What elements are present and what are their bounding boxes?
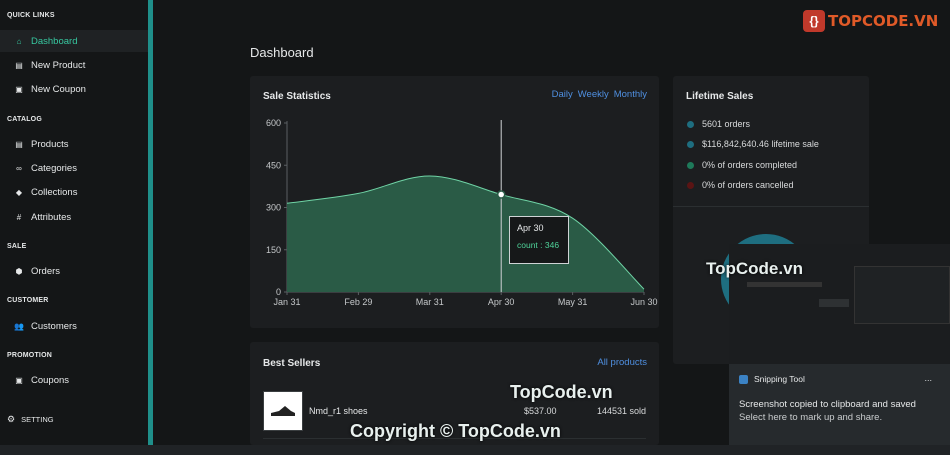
taskbar [0, 445, 950, 455]
sidebar-item-label: Products [31, 138, 69, 150]
sidebar-item-new-product[interactable]: ▤ New Product [0, 54, 148, 76]
all-products-link[interactable]: All products [597, 357, 647, 368]
sidebar-item-attributes[interactable]: # Attributes [0, 206, 148, 228]
section-title-quick-links: QUICK LINKS [7, 12, 55, 19]
box-icon: ▤ [15, 139, 23, 149]
sidebar-item-orders[interactable]: ⬢ Orders [0, 260, 148, 282]
page-title: Dashboard [250, 45, 314, 60]
sidebar-item-label: New Product [31, 59, 86, 71]
x-tick-label: May 31 [558, 297, 588, 307]
sidebar-item-customers[interactable]: 👥 Customers [0, 315, 148, 337]
tooltip-date: Apr 30 [517, 223, 544, 233]
cube-icon: ⬢ [15, 266, 23, 276]
y-tick-label: 600 [266, 118, 281, 128]
sidebar-item-label: Dashboard [31, 35, 78, 47]
x-tick-label: Feb 29 [344, 297, 372, 307]
y-tick-label: 450 [266, 160, 281, 170]
hover-point [496, 190, 506, 199]
snip-header: Snipping Tool [739, 374, 805, 384]
tag-icon: ◆ [15, 187, 23, 197]
x-tick-label: Jun 30 [630, 297, 657, 307]
y-tick-label: 300 [266, 203, 281, 213]
sidebar-item-new-coupon[interactable]: ▣ New Coupon [0, 78, 148, 100]
gift-icon: ▣ [15, 84, 23, 94]
lifetime-sale: $116,842,640.46 lifetime sale [687, 139, 819, 149]
preview-line [747, 282, 822, 287]
legend-dot [687, 161, 694, 169]
product-thumbnail[interactable] [263, 391, 303, 431]
home-icon: ⌂ [16, 36, 22, 46]
lifetime-completed-text: 0% of orders completed [702, 160, 798, 170]
x-tick-label: Jan 31 [273, 297, 300, 307]
sidebar-setting[interactable]: ⚙ SETTING [7, 414, 54, 425]
preview-panel [854, 266, 950, 324]
sidebar-item-products[interactable]: ▤ Products [0, 133, 148, 155]
section-title-customer: CUSTOMER [7, 297, 49, 304]
snip-menu-button[interactable]: ... [924, 373, 932, 383]
shoe-icon [271, 406, 295, 416]
watermark-2: TopCode.vn [510, 382, 613, 402]
section-title-catalog: CATALOG [7, 116, 42, 123]
legend-dot [687, 181, 694, 189]
link-icon: ∞ [16, 163, 22, 173]
sidebar-item-categories[interactable]: ∞ Categories [0, 157, 148, 179]
sidebar-item-label: Categories [31, 162, 77, 174]
sidebar-item-coupons[interactable]: ▣ Coupons [0, 369, 148, 391]
section-title-sale: SALE [7, 243, 27, 250]
lifetime-cancelled: 0% of orders cancelled [687, 180, 794, 190]
box-icon: ▤ [15, 60, 23, 70]
sidebar-item-dashboard[interactable]: ⌂ Dashboard [0, 30, 148, 52]
sidebar-scrollbar[interactable] [148, 0, 153, 445]
sidebar-item-label: Attributes [31, 211, 72, 223]
lifetime-orders-text: 5601 orders [702, 119, 751, 129]
setting-label: SETTING [21, 415, 54, 424]
series-area [287, 175, 644, 292]
product-name[interactable]: Nmd_r1 shoes [309, 406, 368, 416]
snip-app-name: Snipping Tool [754, 374, 805, 384]
sidebar-item-label: Orders [31, 265, 61, 277]
snipping-tool-icon [739, 374, 748, 384]
sale-statistics-card: Sale Statistics Daily Weekly Monthly 600… [250, 76, 659, 328]
topcode-logo-icon: {} [803, 10, 825, 32]
chart-tooltip: Apr 30 count : 346 [509, 216, 569, 264]
lifetime-orders: 5601 orders [687, 119, 750, 129]
preview-button [819, 299, 849, 307]
section-title-promotion: PROMOTION [7, 352, 52, 359]
sidebar: QUICK LINKS ⌂ Dashboard ▤ New Product ▣ … [0, 0, 148, 445]
hash-icon: # [16, 212, 22, 222]
gear-icon: ⚙ [7, 414, 16, 424]
sidebar-item-label: New Coupon [31, 83, 86, 95]
best-sellers-title: Best Sellers [263, 358, 321, 369]
product-sold: 144531 sold [597, 406, 647, 416]
gift-icon: ▣ [15, 375, 23, 385]
tooltip-count: count : 346 [517, 240, 560, 250]
legend-dot [687, 140, 694, 148]
sidebar-item-label: Customers [31, 320, 77, 332]
watermark-1: TopCode.vn [706, 259, 803, 278]
lifetime-sale-text: $116,842,640.46 lifetime sale [702, 139, 819, 149]
sidebar-item-label: Coupons [31, 374, 70, 386]
topcode-logo: {} TOPCODE.VN [803, 10, 938, 32]
sidebar-item-collections[interactable]: ◆ Collections [0, 181, 148, 203]
users-icon: 👥 [14, 321, 24, 331]
snip-hint: Select here to mark up and share. [739, 412, 883, 423]
legend-dot [687, 120, 694, 128]
x-tick-label: Mar 31 [416, 297, 444, 307]
lifetime-sales-title: Lifetime Sales [686, 91, 754, 102]
y-tick-label: 150 [266, 245, 281, 255]
copyright-watermark: Copyright © TopCode.vn [350, 421, 561, 441]
sales-area-chart: 600 450 300 150 0Jan 31 Feb 29 Mar 31 Apr 30 May… [266, 118, 658, 307]
lifetime-completed: 0% of orders completed [687, 160, 797, 170]
product-price: $537.00 [524, 406, 557, 416]
divider [673, 206, 869, 207]
x-tick-label: Apr 30 [488, 297, 515, 307]
lifetime-cancelled-text: 0% of orders cancelled [702, 180, 794, 190]
sidebar-item-label: Collections [31, 186, 78, 198]
topcode-logo-text: TOPCODE.VN [828, 12, 939, 30]
snip-message: Screenshot copied to clipboard and saved [739, 399, 916, 410]
y-tick-label: 0 [276, 287, 281, 297]
